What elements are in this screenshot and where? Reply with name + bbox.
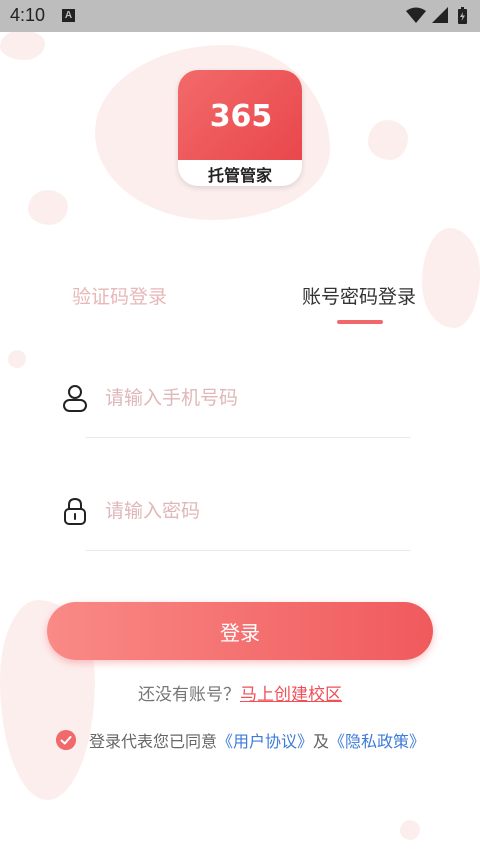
tab-sms-login[interactable]: 验证码登录 [72,282,167,309]
phone-underline [86,437,410,438]
decor-blob [400,820,420,840]
notification-a-icon: A [62,9,75,22]
privacy-policy-link[interactable]: 《隐私政策》 [329,732,425,751]
decor-blob [368,120,408,160]
agreement-and: 及 [313,732,330,751]
login-button[interactable]: 登录 [47,602,433,660]
password-underline [86,550,410,551]
battery-icon [458,7,467,24]
create-campus-link[interactable]: 马上创建校区 [240,685,342,705]
status-bar: 4:10 A [0,0,480,32]
wifi-icon [406,7,426,23]
logo-badge: 365 [178,70,302,160]
logo-number-graphic: 365 [210,100,273,130]
status-time: 4:10 [10,5,46,25]
decor-blob [0,30,45,60]
signal-icon [432,7,448,23]
logo-number: 365 [210,100,273,130]
register-row: 还没有账号？马上创建校区 [0,680,480,705]
decor-blob [28,190,68,225]
agreement-prefix: 登录代表您已同意 [89,732,218,751]
agreement-checkbox[interactable] [56,730,76,750]
decor-blob [8,350,26,368]
phone-input[interactable] [105,383,405,413]
tab-password-login[interactable]: 账号密码登录 [302,282,416,309]
app-logo: 365 托管管家 [178,70,302,186]
decor-blob [422,228,480,328]
user-agreement-link[interactable]: 《用户协议》 [217,732,313,751]
agreement-text: 登录代表您已同意《用户协议》及《隐私政策》 [89,728,425,752]
logo-name: 托管管家 [207,166,272,185]
status-icons [406,7,467,24]
user-icon [63,385,87,412]
register-question: 还没有账号？ [138,685,240,705]
lock-icon [64,497,86,525]
password-input[interactable] [105,496,405,526]
active-tab-indicator [337,320,383,324]
